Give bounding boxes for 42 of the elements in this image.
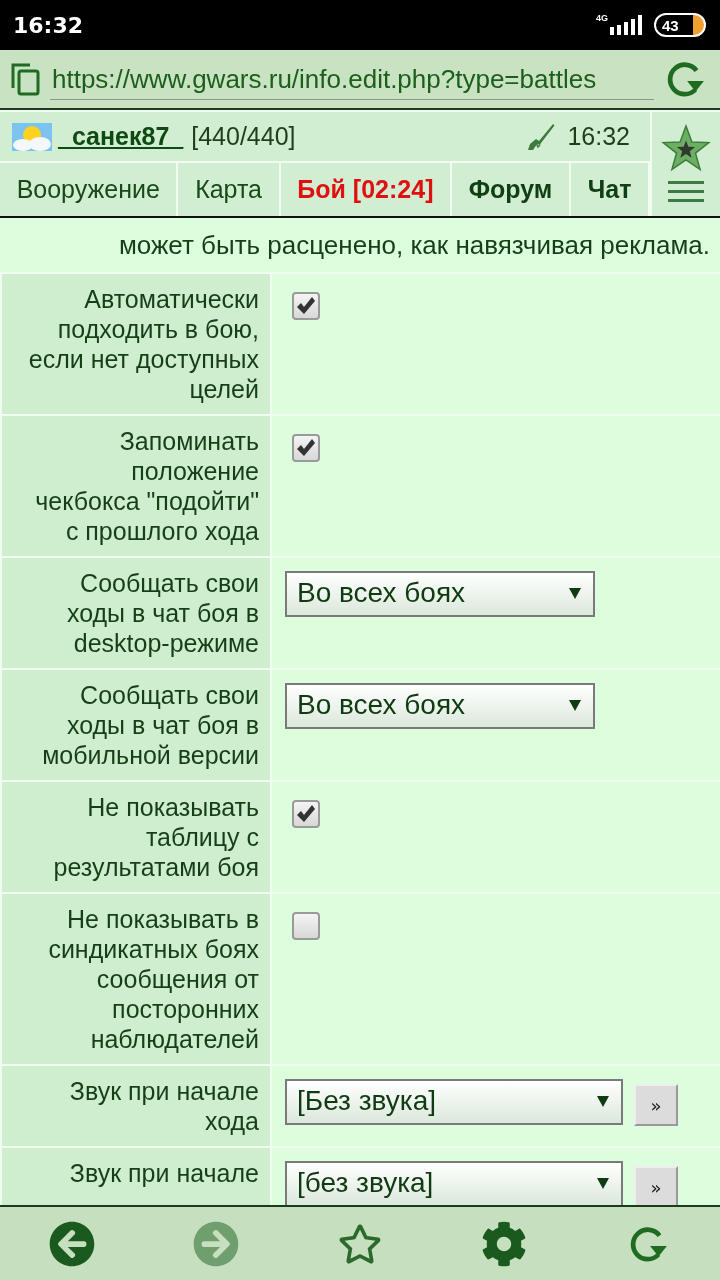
health-text: [440/440] xyxy=(191,122,296,151)
header-time: 16:32 xyxy=(567,122,630,151)
dropdown[interactable]: [Без звука] xyxy=(285,1079,623,1125)
menu-icon[interactable] xyxy=(668,180,704,204)
setting-label: Автоматически подходить в бою, если нет доступных целей xyxy=(2,274,270,414)
checkbox[interactable] xyxy=(292,800,320,828)
nav-tab[interactable]: Форум xyxy=(452,163,571,216)
rifle-icon xyxy=(527,122,556,151)
preview-button[interactable]: » xyxy=(634,1084,678,1126)
battery-indicator: 43 xyxy=(654,13,706,37)
star-icon[interactable] xyxy=(661,124,711,172)
setting-label: Не показывать в синдикатных боях сообщения от посторонних наблюдателей xyxy=(2,894,270,1064)
signal-icon xyxy=(610,15,644,35)
nav-tab[interactable]: Бой [02:24] xyxy=(280,163,453,216)
setting-label: Звук при начале хода xyxy=(2,1066,270,1146)
settings-icon[interactable] xyxy=(481,1220,527,1267)
network-label: 4G xyxy=(596,13,608,23)
username-link[interactable]: _санек87_ xyxy=(58,122,184,151)
nav-tab[interactable]: Вооружение xyxy=(0,163,179,216)
nav-tab[interactable]: Карта xyxy=(178,163,281,216)
caret-icon xyxy=(569,587,581,599)
notice-text: может быть расценено, как навязчивая реклама. xyxy=(118,229,711,261)
dropdown[interactable]: [без звука] xyxy=(285,1161,623,1205)
status-time: 16:32 xyxy=(13,12,84,38)
dropdown[interactable]: Во всех боях xyxy=(285,683,595,729)
setting-label: Запоминать положение чекбокса "подойти" с прошлого хода xyxy=(2,416,270,556)
tabs-icon[interactable] xyxy=(10,62,40,96)
preview-button[interactable]: » xyxy=(634,1166,678,1205)
caret-icon xyxy=(597,1177,609,1189)
back-icon[interactable] xyxy=(49,1220,95,1267)
setting-label: Не показывать таблицу с результатами боя xyxy=(2,782,270,892)
nav-tab[interactable]: Чат xyxy=(571,163,650,216)
weather-icon xyxy=(12,122,52,151)
setting-label: Звук при начале xyxy=(2,1148,270,1205)
caret-icon xyxy=(597,1095,609,1107)
checkbox[interactable] xyxy=(292,912,320,940)
setting-label: Сообщать свои ходы в чат боя в desktop-режиме xyxy=(2,558,270,668)
setting-label: Сообщать свои ходы в чат боя в мобильной версии xyxy=(2,670,270,780)
checkbox[interactable] xyxy=(292,434,320,462)
checkbox[interactable] xyxy=(292,292,320,320)
caret-icon xyxy=(569,699,581,711)
dropdown[interactable]: Во всех боях xyxy=(285,571,595,617)
